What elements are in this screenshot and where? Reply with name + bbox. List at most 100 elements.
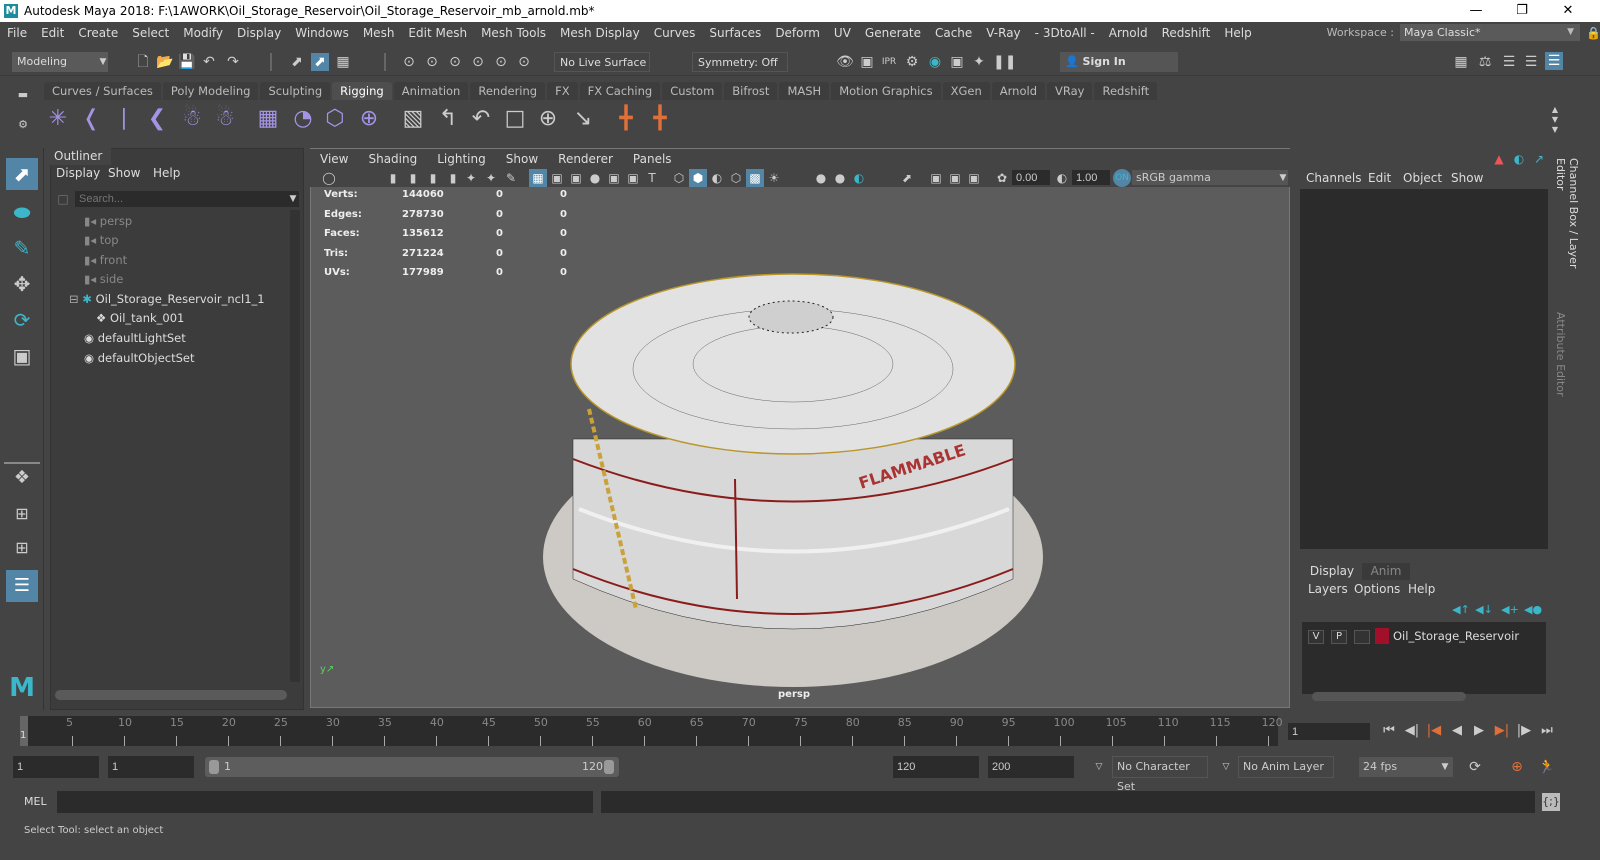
scale-constraint-icon[interactable]: □ [502,106,528,132]
range-end-handle[interactable] [604,760,614,774]
default-material-icon[interactable]: ◐ [708,169,726,187]
menu-curves[interactable]: Curves [647,26,703,40]
play-backward-button[interactable]: ◀ [1448,722,1466,740]
cluster-icon[interactable]: ⊕ [356,106,382,132]
viewport-menu-lighting[interactable]: Lighting [427,152,496,166]
resolution-gate-icon[interactable]: ▣ [567,169,585,187]
ipr-render-icon[interactable]: IPR [880,53,898,71]
attributes-icon[interactable]: ▲ [1490,150,1508,168]
move-tool-icon[interactable]: ✥ [6,268,38,300]
workspace-dropdown[interactable]: Maya Classic* [1400,24,1580,41]
layer-display-type-toggle[interactable] [1354,630,1370,644]
light-editor-icon[interactable]: ✦ [970,53,988,71]
render-view-icon[interactable]: 👁 [836,53,854,71]
sign-in-button[interactable]: 👤 Sign In [1060,52,1178,72]
menu-generate[interactable]: Generate [858,26,928,40]
menu-edit[interactable]: Edit [34,26,71,40]
menu-redshift[interactable]: Redshift [1155,26,1218,40]
menu-modify[interactable]: Modify [176,26,230,40]
step-forward-key-button[interactable]: ▶| [1493,722,1511,740]
new-scene-icon[interactable]: 🗋 [134,53,152,71]
undo-icon[interactable]: ↶ [200,53,218,71]
side-tab-channel-box[interactable]: Channel Box / Layer Editor [1554,158,1580,293]
auto-key-icon[interactable]: ⊕ [1508,758,1526,776]
layer-menu-options[interactable]: Options [1354,582,1400,596]
menu-vray[interactable]: V-Ray [979,26,1027,40]
tool-settings-icon[interactable]: ☰ [1522,53,1540,71]
isolate-select-icon[interactable]: ⬈ [898,169,916,187]
safe-action-icon[interactable]: ▣ [624,169,642,187]
outliner-layout-icon[interactable]: ☰ [6,570,38,602]
set-key-icon[interactable]: ╋ [647,106,673,132]
shelf-menu-icon[interactable]: ▼ [1546,121,1564,139]
shelf-tab-sculpting[interactable]: Sculpting [260,82,331,100]
character-set-dropdown[interactable]: No Character Set [1112,756,1208,793]
shelf-tab-animation[interactable]: Animation [393,82,469,100]
ik-handle-icon[interactable]: ❮ [144,106,170,132]
layer-menu-help[interactable]: Help [1408,582,1435,596]
viewport-menu-renderer[interactable]: Renderer [548,152,623,166]
shelf-tab-poly-modeling[interactable]: Poly Modeling [162,82,259,100]
xray-active-icon[interactable]: ▣ [946,169,964,187]
set-driven-key-icon[interactable]: ╋ [613,106,639,132]
textured-icon[interactable]: ▩ [746,169,764,187]
shelf-tab-curves-surfaces[interactable]: Curves / Surfaces [44,82,161,100]
snap-view-icon[interactable]: ⊙ [469,53,487,71]
menu-cache[interactable]: Cache [928,26,979,40]
lock-camera-icon[interactable]: ▮ [404,169,422,187]
layer-visibility-toggle[interactable]: V [1308,630,1324,644]
hypershade-icon[interactable]: ◉ [926,53,944,71]
film-gate-icon[interactable]: ▣ [548,169,566,187]
modeling-toolkit-icon[interactable]: ▦ [1452,53,1470,71]
anim-layer-dropdown[interactable]: No Anim Layer [1238,756,1334,778]
paint-weights-icon[interactable]: ◔ [290,106,316,132]
snap-curve-icon[interactable]: ⊙ [423,53,441,71]
persp-outliner-layout-icon[interactable]: ⊞ [6,532,38,564]
bookmark-icon[interactable]: ▮ [444,169,462,187]
shelf-tab-vray[interactable]: VRay [1047,82,1093,100]
four-view-layout-icon[interactable]: ⊞ [6,498,38,530]
menu-file[interactable]: File [0,26,34,40]
search-options-icon[interactable]: ▼ [284,190,302,208]
use-all-lights-icon[interactable]: ☀ [765,169,783,187]
restore-button[interactable]: ❐ [1499,0,1545,22]
channel-box-icon[interactable]: ☰ [1545,52,1563,70]
color-management-toggle[interactable]: ON [1113,169,1131,187]
camera-bookmark-icon[interactable]: ▮ [424,169,442,187]
command-input[interactable] [57,791,593,813]
live-surface-field[interactable]: No Live Surface [554,52,650,72]
outliner-horizontal-scrollbar[interactable] [55,690,287,700]
anim-layer-menu-icon[interactable]: ▽ [1217,758,1235,776]
animation-end-field[interactable] [988,756,1074,778]
color-space-dropdown[interactable]: sRGB gamma [1132,170,1288,185]
command-language-label[interactable]: MEL [24,795,47,808]
lock-icon[interactable]: 🔒 [1586,26,1600,40]
smooth-shade-icon[interactable]: ⬢ [689,169,707,187]
pause-icon[interactable]: ❚❚ [993,53,1016,71]
render-settings-icon[interactable]: ⚙ [903,53,921,71]
step-forward-frame-button[interactable]: |▶ [1515,722,1533,740]
shelf-tab-mash[interactable]: MASH [779,82,830,100]
animation-start-field[interactable] [13,756,99,778]
create-locator-icon[interactable]: ✳ [45,106,71,132]
shelf-tab-xgen[interactable]: XGen [942,82,990,100]
select-component-icon[interactable]: ▦ [334,53,352,71]
manipulator-icon[interactable]: ↗ [1530,150,1548,168]
scale-tool-icon[interactable]: ▣ [6,340,38,372]
range-start-handle[interactable] [209,760,219,774]
layer-horizontal-scrollbar[interactable] [1312,692,1466,701]
menu-mesh[interactable]: Mesh [356,26,402,40]
shelf-settings-icon[interactable]: ⚙ [14,116,32,134]
lattice-icon[interactable]: ⬡ [322,106,348,132]
viewport-menu-view[interactable]: View [310,152,358,166]
single-perspective-layout-icon[interactable]: ❖ [6,462,38,494]
viewport-menu-show[interactable]: Show [496,152,548,166]
xray-icon[interactable]: ▣ [927,169,945,187]
shelf-tab-fx[interactable]: FX [547,82,578,100]
outliner-search-input[interactable] [75,191,299,207]
menu-edit-mesh[interactable]: Edit Mesh [401,26,474,40]
current-frame-field[interactable] [1288,723,1370,740]
close-button[interactable]: ✕ [1545,0,1591,22]
snap-point-icon[interactable]: ⊙ [446,53,464,71]
outliner-item-group[interactable]: ⊟ ✱ Oil_Storage_Reservoir_ncl1_1 [69,290,265,308]
